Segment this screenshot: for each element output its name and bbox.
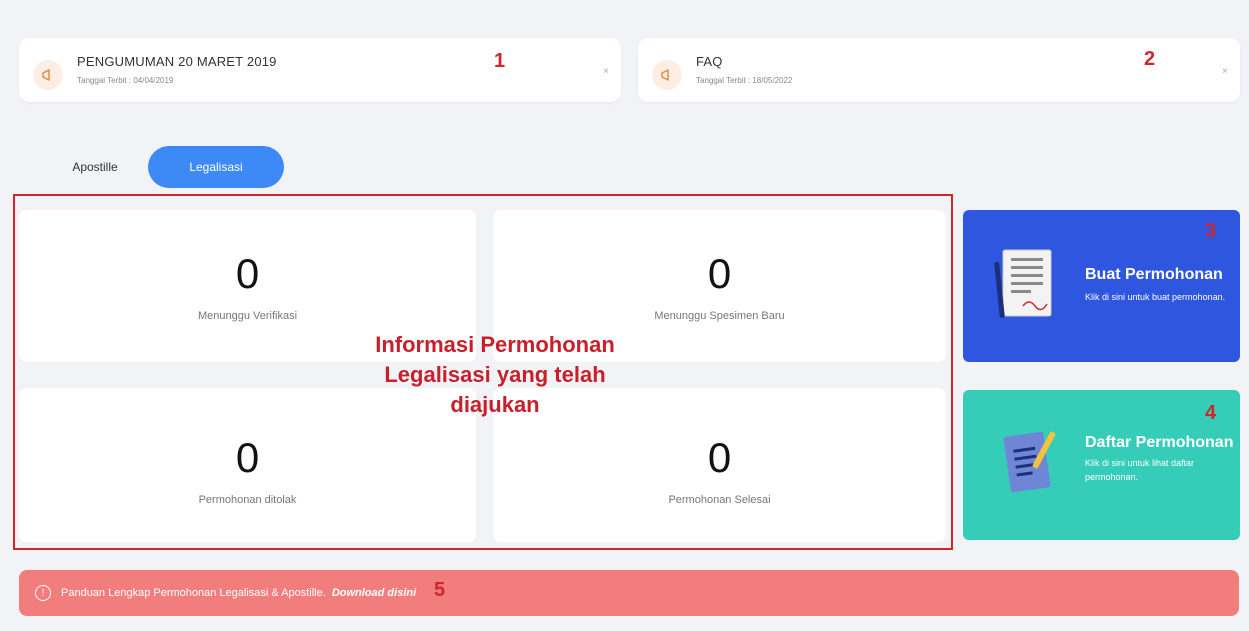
info-icon: ! xyxy=(35,585,51,601)
annotation-marker-4: 4 xyxy=(1205,402,1217,424)
annotation-marker-5: 5 xyxy=(434,579,446,601)
annotation-line: Legalisasi yang telah xyxy=(384,362,606,387)
action-description: Klik di sini untuk lihat daftar permohon… xyxy=(1085,458,1195,482)
guide-bar: ! Panduan Lengkap Permohonan Legalisasi … xyxy=(19,570,1239,616)
close-icon[interactable]: × xyxy=(603,66,609,77)
list-document-icon xyxy=(997,424,1061,509)
download-link[interactable]: Download disini xyxy=(332,587,416,599)
close-icon[interactable]: × xyxy=(1222,66,1228,77)
annotation-text: Informasi Permohonan Legalisasi yang tel… xyxy=(330,330,660,420)
announcement-title: FAQ xyxy=(696,54,723,69)
tab-apostille[interactable]: Apostille xyxy=(40,146,150,188)
annotation-marker-1: 1 xyxy=(494,50,506,72)
announcement-date: Tanggal Terbit : 18/05/2022 xyxy=(696,76,793,85)
megaphone-icon xyxy=(652,60,682,90)
announcement-card-1[interactable]: PENGUMUMAN 20 MARET 2019 Tanggal Terbit … xyxy=(19,38,621,102)
annotation-line: diajukan xyxy=(450,392,540,417)
buat-permohonan-button[interactable]: Buat Permohonan Klik di sini untuk buat … xyxy=(963,210,1240,362)
tab-legalisasi[interactable]: Legalisasi xyxy=(148,146,284,188)
announcement-date: Tanggal Terbit : 04/04/2019 xyxy=(77,76,174,85)
annotation-marker-2: 2 xyxy=(1144,48,1156,70)
annotation-marker-3: 3 xyxy=(1205,220,1217,242)
action-title: Buat Permohonan xyxy=(1085,266,1223,283)
daftar-permohonan-button[interactable]: Daftar Permohonan Klik di sini untuk lih… xyxy=(963,390,1240,540)
action-title: Daftar Permohonan xyxy=(1085,434,1234,451)
guide-text: Panduan Lengkap Permohonan Legalisasi & … xyxy=(61,587,326,599)
megaphone-icon xyxy=(33,60,63,90)
document-icon xyxy=(993,244,1063,329)
annotation-line: Informasi Permohonan xyxy=(375,332,615,357)
action-description: Klik di sini untuk buat permohonan. xyxy=(1085,292,1226,302)
announcement-title: PENGUMUMAN 20 MARET 2019 xyxy=(77,54,277,69)
